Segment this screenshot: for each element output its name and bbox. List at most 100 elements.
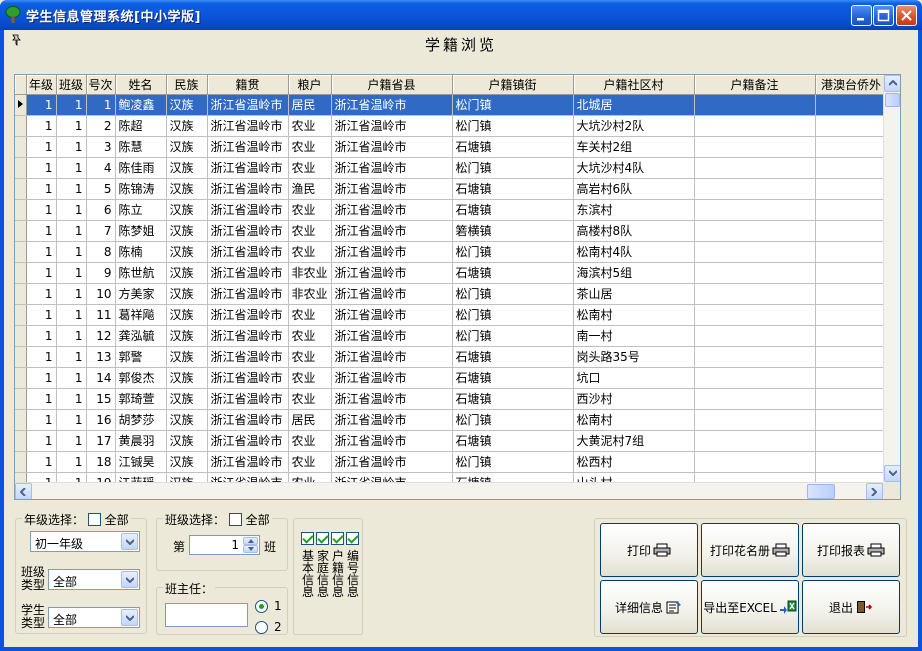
table-cell[interactable]: 1 <box>26 283 57 305</box>
details-button[interactable]: 详细信息 <box>600 580 698 634</box>
table-cell[interactable]: 3 <box>86 136 116 158</box>
table-cell[interactable]: 农业 <box>288 430 332 452</box>
table-cell[interactable]: 陈梦姐 <box>115 220 167 242</box>
table-cell[interactable] <box>694 178 816 200</box>
table-row[interactable]: 1 1 11 葛祥飚 汉族 浙江省温岭市 农业 浙江省温岭市 松门镇 松南村 <box>15 304 888 326</box>
table-cell[interactable]: 农业 <box>288 451 332 473</box>
table-cell[interactable] <box>815 241 888 263</box>
table-cell[interactable]: 14 <box>86 367 116 389</box>
table-cell[interactable]: 浙江省温岭市 <box>331 283 453 305</box>
table-cell[interactable] <box>815 136 888 158</box>
table-cell[interactable]: 陈慧 <box>115 136 167 158</box>
table-cell[interactable]: 1 <box>26 136 57 158</box>
minimize-button[interactable] <box>851 5 872 26</box>
table-cell[interactable]: 岗头路35号 <box>573 346 695 368</box>
table-cell[interactable]: 大坑沙村4队 <box>573 157 695 179</box>
table-cell[interactable]: 汉族 <box>166 220 208 242</box>
table-cell[interactable]: 汉族 <box>166 325 208 347</box>
table-cell[interactable]: 松门镇 <box>452 115 574 137</box>
class-type-dropdown-button[interactable] <box>121 571 138 588</box>
table-cell[interactable]: 1 <box>56 241 87 263</box>
table-cell[interactable]: 4 <box>86 157 116 179</box>
table-cell[interactable]: 农业 <box>288 115 332 137</box>
table-row[interactable]: 1 1 4 陈佳雨 汉族 浙江省温岭市 农业 浙江省温岭市 松门镇 大坑沙村4队 <box>15 157 888 179</box>
table-cell[interactable]: 松门镇 <box>452 409 574 431</box>
grade-dropdown-button[interactable] <box>121 533 138 550</box>
table-cell[interactable]: 郭琦萱 <box>115 388 167 410</box>
class-all-checkbox[interactable] <box>228 513 242 526</box>
print-report-button[interactable]: 打印报表 <box>802 523 900 577</box>
table-cell[interactable]: 浙江省温岭市 <box>331 409 453 431</box>
table-cell[interactable]: 郭警 <box>115 346 167 368</box>
row-indicator[interactable] <box>15 304 27 326</box>
table-cell[interactable] <box>694 241 816 263</box>
table-cell[interactable]: 浙江省温岭市 <box>331 451 453 473</box>
row-indicator[interactable] <box>15 178 27 200</box>
table-cell[interactable]: 鲍凌鑫 <box>115 94 167 116</box>
column-header[interactable]: 港澳台侨外 <box>815 75 888 95</box>
column-header[interactable]: 籍贯 <box>207 75 289 95</box>
table-cell[interactable]: 浙江省温岭市 <box>207 220 289 242</box>
table-cell[interactable]: 8 <box>86 241 116 263</box>
table-cell[interactable]: 农业 <box>288 325 332 347</box>
table-cell[interactable]: 浙江省温岭市 <box>207 115 289 137</box>
table-cell[interactable]: 石塘镇 <box>452 388 574 410</box>
table-cell[interactable]: 汉族 <box>166 262 208 284</box>
table-cell[interactable]: 汉族 <box>166 409 208 431</box>
table-row[interactable]: 1 1 9 陈世航 汉族 浙江省温岭市 非农业 浙江省温岭市 石塘镇 海滨村5组 <box>15 262 888 284</box>
table-cell[interactable]: 1 <box>56 367 87 389</box>
table-cell[interactable]: 石塘镇 <box>452 199 574 221</box>
table-cell[interactable] <box>694 388 816 410</box>
row-indicator[interactable] <box>15 283 27 305</box>
table-row[interactable]: 1 1 14 郭俊杰 汉族 浙江省温岭市 农业 浙江省温岭市 石塘镇 坑口 <box>15 367 888 389</box>
table-cell[interactable]: 1 <box>26 346 57 368</box>
table-cell[interactable]: 浙江省温岭市 <box>207 157 289 179</box>
table-row[interactable]: 1 1 13 郭警 汉族 浙江省温岭市 农业 浙江省温岭市 石塘镇 岗头路35号 <box>15 346 888 368</box>
table-cell[interactable]: 1 <box>26 199 57 221</box>
table-row[interactable]: 1 1 17 黄晨羽 汉族 浙江省温岭市 农业 浙江省温岭市 石塘镇 大黄泥村7组 <box>15 430 888 452</box>
close-button[interactable] <box>896 5 917 26</box>
table-cell[interactable]: 大坑沙村2队 <box>573 115 695 137</box>
table-cell[interactable]: 1 <box>56 220 87 242</box>
table-cell[interactable]: 松西村 <box>573 451 695 473</box>
table-cell[interactable]: 1 <box>26 115 57 137</box>
table-cell[interactable]: 高楼村8队 <box>573 220 695 242</box>
table-cell[interactable]: 高岩村6队 <box>573 178 695 200</box>
table-cell[interactable]: 浙江省温岭市 <box>207 262 289 284</box>
table-cell[interactable] <box>694 409 816 431</box>
table-cell[interactable]: 2 <box>86 115 116 137</box>
row-indicator-header[interactable] <box>15 75 27 95</box>
table-cell[interactable]: 汉族 <box>166 178 208 200</box>
table-cell[interactable]: 1 <box>56 199 87 221</box>
table-cell[interactable]: 1 <box>26 451 57 473</box>
table-cell[interactable]: 1 <box>86 94 116 116</box>
table-cell[interactable]: 汉族 <box>166 304 208 326</box>
student-type-dropdown-button[interactable] <box>121 609 138 626</box>
table-cell[interactable]: 松门镇 <box>452 451 574 473</box>
table-cell[interactable]: 松门镇 <box>452 304 574 326</box>
vertical-scrollbar[interactable] <box>883 75 900 482</box>
table-cell[interactable]: 石塘镇 <box>452 430 574 452</box>
table-cell[interactable]: 浙江省温岭市 <box>331 262 453 284</box>
table-cell[interactable]: 浙江省温岭市 <box>331 115 453 137</box>
table-cell[interactable]: 汉族 <box>166 136 208 158</box>
table-cell[interactable]: 农业 <box>288 220 332 242</box>
table-cell[interactable] <box>694 136 816 158</box>
table-cell[interactable]: 郭俊杰 <box>115 367 167 389</box>
table-cell[interactable]: 浙江省温岭市 <box>207 199 289 221</box>
row-indicator[interactable] <box>15 262 27 284</box>
table-cell[interactable]: 浙江省温岭市 <box>331 388 453 410</box>
table-cell[interactable]: 黄晨羽 <box>115 430 167 452</box>
table-cell[interactable]: 浙江省温岭市 <box>331 430 453 452</box>
grade-select[interactable]: 初一年级 <box>30 531 140 552</box>
table-cell[interactable]: 农业 <box>288 199 332 221</box>
table-cell[interactable] <box>694 325 816 347</box>
table-cell[interactable]: 陈楠 <box>115 241 167 263</box>
table-row[interactable]: 1 1 12 龚泓毓 汉族 浙江省温岭市 农业 浙江省温岭市 松门镇 南一村 <box>15 325 888 347</box>
table-cell[interactable]: 1 <box>56 304 87 326</box>
spinner-up-button[interactable] <box>243 537 258 545</box>
row-indicator[interactable] <box>15 157 27 179</box>
info-checkbox[interactable] <box>346 532 359 545</box>
table-cell[interactable]: 浙江省温岭市 <box>331 94 453 116</box>
table-cell[interactable]: 海滨村5组 <box>573 262 695 284</box>
